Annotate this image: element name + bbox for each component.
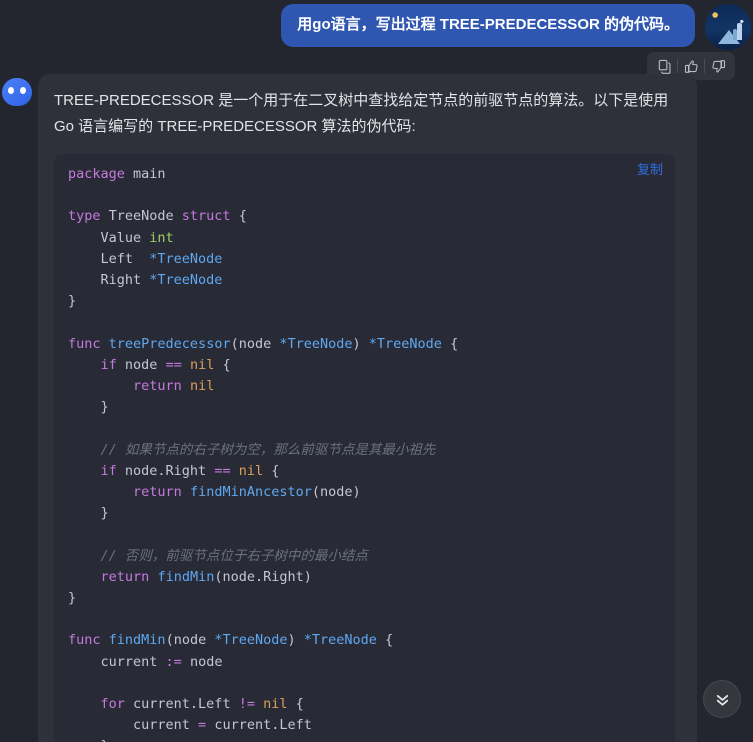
code-token: package <box>68 166 125 182</box>
code-token: nil <box>238 462 264 479</box>
code-content[interactable]: package main type TreeNode struct { Valu… <box>68 164 661 742</box>
code-token: ) <box>352 335 369 352</box>
code-token: struct <box>181 208 231 225</box>
copy-icon <box>658 59 670 74</box>
code-token: *TreeNode <box>303 632 377 649</box>
code-token: main <box>124 166 166 182</box>
code-token: return <box>100 568 150 585</box>
code-token: == <box>214 462 231 479</box>
code-token: return <box>133 378 182 395</box>
code-token: TreeNode <box>100 208 182 225</box>
code-token: } <box>68 505 109 522</box>
user-message-row: 用go语言，写出过程 TREE-PREDECESSOR 的伪代码。 <box>0 4 753 50</box>
code-token: (node) <box>311 484 361 501</box>
code-token: treePredecessor <box>108 335 231 352</box>
chat-scroll-area[interactable]: 用go语言，写出过程 TREE-PREDECESSOR 的伪代码。 TREE-P… <box>0 0 753 742</box>
thumbs-up-icon <box>684 60 698 73</box>
user-message-bubble: 用go语言，写出过程 TREE-PREDECESSOR 的伪代码。 <box>281 4 695 47</box>
code-token: if <box>100 462 117 479</box>
code-token: { <box>287 696 304 713</box>
code-token: { <box>214 356 231 373</box>
code-token: findMinAncestor <box>189 484 312 501</box>
scroll-to-bottom-button[interactable] <box>703 680 741 718</box>
avatar-eye-left <box>8 87 14 94</box>
code-token: // 如果节点的右子树为空，那么前驱节点是其最小祖先 <box>68 441 436 458</box>
code-token: } <box>68 399 109 416</box>
avatar-eye-right <box>20 87 26 94</box>
code-token: Left <box>68 250 150 267</box>
code-token: node <box>181 653 223 670</box>
code-token: return <box>133 484 182 501</box>
code-token: nil <box>263 696 288 713</box>
code-token: *TreeNode <box>368 335 442 352</box>
code-token: *TreeNode <box>214 632 288 649</box>
code-token: nil <box>189 356 215 373</box>
code-token: // 否则，前驱节点位于右子树中的最小结点 <box>68 547 368 564</box>
code-token: { <box>230 208 247 225</box>
code-token: findMin <box>157 568 215 585</box>
code-token: current <box>68 717 199 734</box>
code-token: } <box>68 293 77 310</box>
code-token: ) <box>287 632 304 649</box>
code-token: = <box>198 717 207 734</box>
code-token: current.Left <box>124 696 239 713</box>
code-token: Right <box>68 272 150 289</box>
code-token: == <box>165 356 182 373</box>
code-token: type <box>68 208 101 225</box>
code-block: 复制 package main type TreeNode struct { V… <box>54 154 675 742</box>
code-token: != <box>238 696 255 713</box>
code-token: nil <box>189 378 215 395</box>
copy-code-button[interactable]: 复制 <box>637 162 663 178</box>
assistant-message-row: TREE-PREDECESSOR 是一个用于在二叉树中查找给定节点的前驱节点的算… <box>0 74 753 742</box>
code-token: if <box>100 356 117 373</box>
code-token: := <box>165 653 182 670</box>
user-avatar[interactable] <box>705 4 751 50</box>
assistant-avatar[interactable] <box>2 78 32 106</box>
code-token: *TreeNode <box>149 272 223 289</box>
code-token: (node.Right) <box>214 568 312 585</box>
assistant-intro-text: TREE-PREDECESSOR 是一个用于在二叉树中查找给定节点的前驱节点的算… <box>54 92 669 135</box>
code-token: *TreeNode <box>279 335 353 352</box>
code-token: func <box>68 632 101 649</box>
code-token: for <box>100 696 125 713</box>
code-token: current.Left <box>206 717 312 734</box>
code-token: current <box>68 653 166 670</box>
code-token: { <box>263 462 280 479</box>
code-token: { <box>441 335 459 352</box>
assistant-message-bubble: TREE-PREDECESSOR 是一个用于在二叉树中查找给定节点的前驱节点的算… <box>38 74 697 742</box>
code-token: { <box>376 632 394 649</box>
code-token: int <box>149 229 174 246</box>
avatar-tower-shape <box>736 22 742 40</box>
code-token: } <box>68 738 109 742</box>
page-scrollbar[interactable] <box>748 0 753 742</box>
code-token: (node <box>230 335 280 352</box>
code-token: Value <box>68 229 150 246</box>
code-token: (node <box>165 632 215 649</box>
code-token: findMin <box>108 632 166 649</box>
double-chevron-down-icon <box>716 694 728 706</box>
code-token: } <box>68 590 77 607</box>
thumbs-down-icon <box>711 59 725 72</box>
code-token: node.Right <box>116 462 215 479</box>
code-token: func <box>68 335 101 352</box>
code-token: node <box>116 356 166 373</box>
code-token: *TreeNode <box>149 250 223 267</box>
